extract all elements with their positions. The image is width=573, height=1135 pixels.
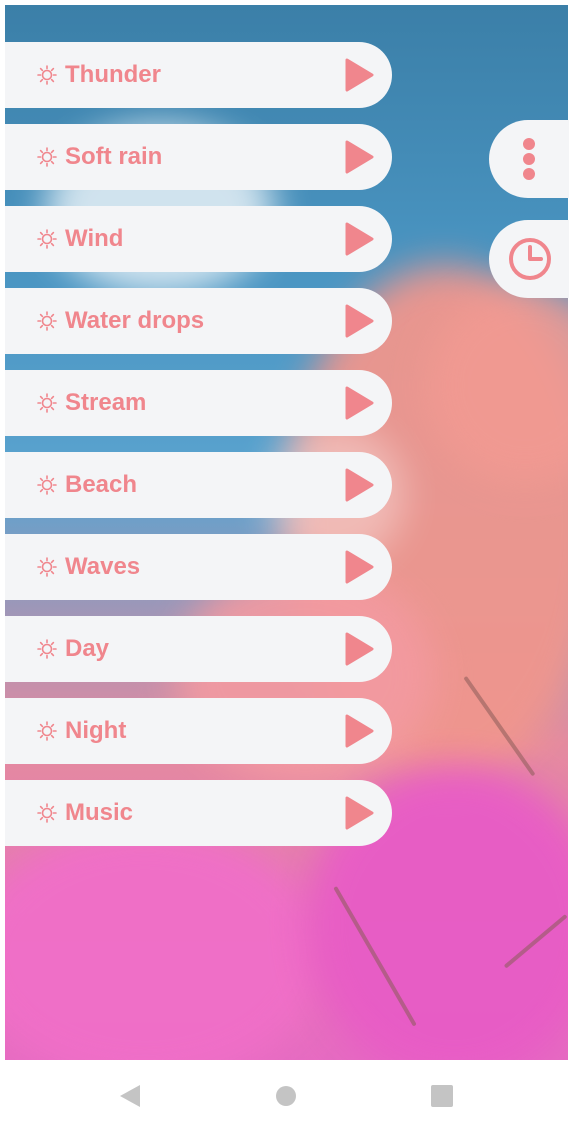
more-vertical-icon	[523, 138, 535, 180]
sound-label: Soft rain	[65, 143, 163, 170]
sound-item[interactable]: Night	[5, 698, 392, 764]
sun-icon	[37, 229, 57, 249]
home-icon[interactable]	[276, 1086, 296, 1106]
sound-label: Night	[65, 717, 127, 744]
sun-icon	[37, 557, 57, 577]
sound-label: Water drops	[65, 307, 205, 334]
sound-item[interactable]: Wind	[5, 206, 392, 272]
sound-label: Thunder	[65, 61, 161, 88]
sound-item[interactable]: Beach	[5, 452, 392, 518]
sound-item[interactable]: Water drops	[5, 288, 392, 354]
sound-label: Stream	[65, 389, 147, 416]
sound-label: Day	[65, 635, 110, 662]
sound-item[interactable]: Waves	[5, 534, 392, 600]
menu-button[interactable]	[489, 120, 569, 198]
play-icon[interactable]	[344, 140, 374, 174]
play-icon[interactable]	[344, 386, 374, 420]
sound-item[interactable]: Stream	[5, 370, 392, 436]
timer-button[interactable]	[489, 220, 569, 298]
sun-icon	[37, 147, 57, 167]
timer-icon	[509, 238, 551, 280]
sun-icon	[37, 721, 57, 741]
play-icon[interactable]	[344, 632, 374, 666]
sound-label: Music	[65, 799, 134, 826]
play-icon[interactable]	[344, 714, 374, 748]
sound-label: Wind	[65, 225, 124, 252]
play-icon[interactable]	[344, 304, 374, 338]
sun-icon	[37, 803, 57, 823]
sound-list: Thunder Soft rain Wind Water drops Stream Bea…	[5, 42, 392, 862]
sound-item[interactable]: Soft rain	[5, 124, 392, 190]
sun-icon	[37, 639, 57, 659]
play-icon[interactable]	[344, 796, 374, 830]
sun-icon	[37, 475, 57, 495]
recent-apps-icon[interactable]	[431, 1085, 453, 1107]
sound-item[interactable]: Day	[5, 616, 392, 682]
sound-item[interactable]: Music	[5, 780, 392, 846]
sound-item[interactable]: Thunder	[5, 42, 392, 108]
back-icon[interactable]	[118, 1083, 142, 1109]
sun-icon	[37, 65, 57, 85]
sun-icon	[37, 393, 57, 413]
play-icon[interactable]	[344, 58, 374, 92]
play-icon[interactable]	[344, 550, 374, 584]
sun-icon	[37, 311, 57, 331]
play-icon[interactable]	[344, 222, 374, 256]
sound-label: Beach	[65, 471, 138, 498]
sound-label: Waves	[65, 553, 141, 580]
play-icon[interactable]	[344, 468, 374, 502]
